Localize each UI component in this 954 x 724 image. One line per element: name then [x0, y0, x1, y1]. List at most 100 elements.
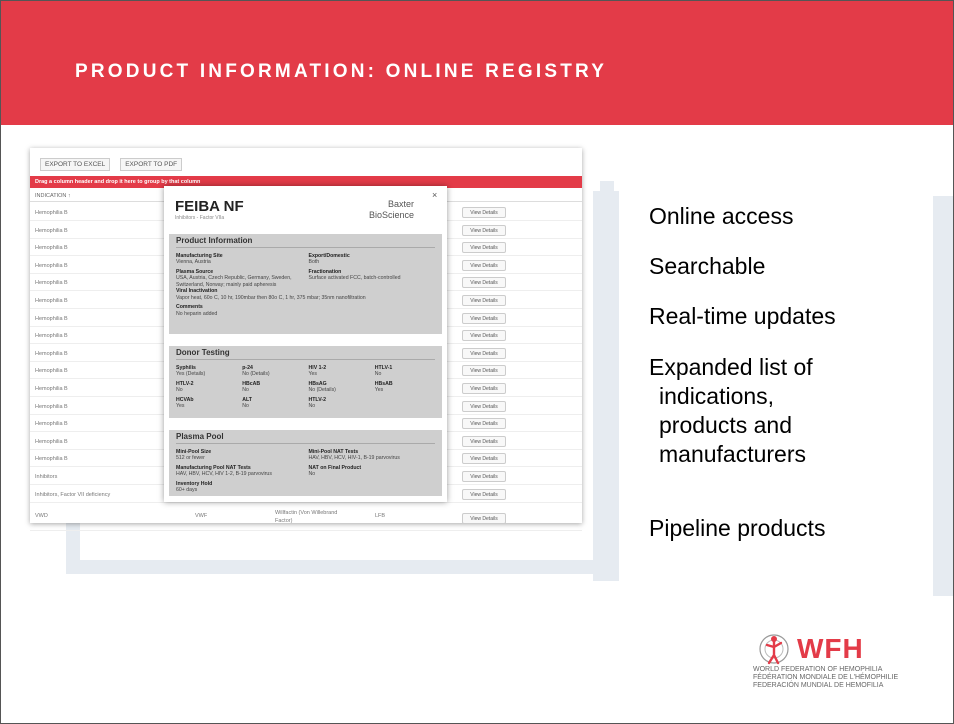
site-value: Vienna, Austria: [176, 259, 211, 265]
bullet-searchable: Searchable: [649, 253, 766, 279]
bullet-expanded-line2: indications,: [659, 383, 775, 409]
donor-test-label: HIV 1-2: [308, 364, 327, 371]
view-details-button[interactable]: View Details: [462, 347, 506, 359]
donor-test-value: No: [176, 387, 183, 393]
slide-title: PRODUCT INFORMATION: ONLINE REGISTRY: [75, 61, 608, 82]
indication-cell: Hemophilia B: [35, 403, 68, 410]
source-label: Plasma Source: [176, 268, 214, 275]
product-title: FEIBA NF: [175, 198, 244, 215]
view-details-button[interactable]: View Details: [462, 242, 506, 254]
donor-test-value: No (Details): [242, 371, 270, 377]
donor-test-item: HTLV-2 No: [176, 381, 236, 394]
company-line1: Baxter: [388, 199, 415, 209]
donor-test-label: Syphilis: [176, 364, 196, 371]
view-details-button[interactable]: View Details: [462, 471, 506, 482]
donor-test-value: No: [242, 403, 249, 409]
export-excel-button[interactable]: EXPORT TO EXCEL: [40, 158, 111, 171]
view-details-button[interactable]: View Details: [462, 224, 506, 236]
view-details-button[interactable]: View Details: [462, 488, 506, 500]
bullet-expanded-line1: Expanded list of: [649, 354, 813, 380]
bullet-pipeline-products: Pipeline products: [649, 515, 826, 541]
donor-test-value: No: [374, 371, 382, 377]
product-cell: Willfactin (Von Willebrand Factor): [275, 510, 338, 525]
final-nat-value: No: [308, 471, 316, 477]
bullet-expanded-line3: products and: [659, 412, 792, 438]
wfh-line2: FÉDÉRATION MONDIALE DE L'HÉMOPHILIE: [753, 674, 899, 681]
product-information-section: Product Information Manufacturing Site Vi…: [169, 234, 442, 334]
view-details-button[interactable]: View Details: [462, 312, 506, 324]
donor-test-label: HBsAG: [308, 380, 327, 387]
company-line2: BioScience: [369, 210, 415, 220]
indication-cell: Hemophilia B: [35, 280, 68, 287]
wfh-wordmark: WFH: [797, 633, 864, 664]
hold-value: 60+ days: [176, 487, 198, 493]
indication-cell: Hemophilia B: [35, 456, 68, 463]
donor-test-item: HBcAB No: [242, 381, 302, 394]
donor-test-value: Yes: [308, 371, 317, 377]
final-nat-label: NAT on Final Product: [308, 464, 362, 471]
indication-cell: Hemophilia B: [35, 438, 68, 445]
indication-cell: VWD: [35, 513, 48, 520]
view-details-button[interactable]: View Details: [462, 295, 506, 306]
registry-toolbar: EXPORT TO EXCEL EXPORT TO PDF: [40, 158, 183, 171]
plasma-pool-heading: Plasma Pool: [176, 433, 435, 444]
donor-test-item: [375, 397, 435, 410]
view-details-button[interactable]: View Details: [462, 418, 506, 430]
indication-cell: Inhibitors: [35, 474, 58, 480]
view-details-button[interactable]: View Details: [462, 259, 506, 271]
indication-cell: Hemophilia B: [35, 386, 68, 392]
donor-test-value: Yes: [374, 387, 384, 393]
minipool-nat-label: Mini-Pool NAT Tests: [308, 448, 359, 455]
view-details-button[interactable]: View Details: [462, 277, 506, 289]
donor-test-value: No: [308, 403, 316, 409]
product-information-heading: Product Information: [176, 237, 435, 248]
donor-test-item: HTLV-2 No: [309, 397, 369, 410]
wfh-line1: WORLD FEDERATION OF HEMOPHILIA: [753, 666, 883, 673]
donor-testing-section: Donor Testing Syphilis Yes (Details) p-24 N…: [169, 346, 442, 418]
view-details-button[interactable]: View Details: [462, 207, 506, 218]
bullet-online-access: Online access: [649, 203, 794, 229]
slide: PRODUCT INFORMATION: ONLINE REGISTRY EXP…: [0, 0, 954, 724]
view-details-button[interactable]: View Details: [462, 513, 506, 525]
export-label: Export/Domestic: [308, 252, 350, 259]
comments-label: Comments: [176, 304, 203, 310]
close-icon[interactable]: ×: [432, 190, 437, 200]
plasma-pool-section: Plasma Pool Mini-Pool Size 512 or fewer M…: [169, 430, 442, 496]
source-value: USA, Austria, Czech Republic, Germany, S…: [176, 275, 292, 288]
donor-test-label: ALT: [242, 396, 252, 403]
indication-cell: Hemophilia B: [35, 368, 68, 375]
export-pdf-button[interactable]: EXPORT TO PDF: [120, 158, 183, 171]
product-subtitle: Inhibitors - Factor VIIa: [175, 215, 225, 221]
company-logo: Baxter BioScience: [369, 199, 414, 221]
donor-test-label: p-24: [242, 364, 253, 371]
wfh-logo: WFH WORLD FEDERATION OF HEMOPHILIA FÉDÉR…: [753, 626, 943, 696]
minipool-value: 512 or fewer: [176, 455, 205, 461]
decorative-bar: [933, 196, 953, 596]
viral-label: Viral Inactivation: [176, 288, 218, 294]
view-details-button[interactable]: View Details: [462, 383, 506, 394]
donor-test-label: HBcAB: [242, 380, 261, 387]
view-details-button[interactable]: View Details: [462, 400, 506, 412]
view-details-button[interactable]: View Details: [462, 365, 506, 377]
indication-cell: Hemophilia B: [35, 350, 68, 357]
donor-test-value: No: [242, 387, 249, 393]
export-value: Both: [308, 259, 320, 265]
view-details-button[interactable]: View Details: [462, 330, 506, 342]
view-details-button[interactable]: View Details: [462, 453, 506, 465]
table-row: VWD VWF Willfactin (Von Willebrand Factor)…: [30, 507, 582, 532]
donor-test-value: No (Details): [308, 387, 336, 393]
donor-test-item: p-24 No (Details): [242, 365, 302, 378]
wfh-tagline: WORLD FEDERATION OF HEMOPHILIA FÉDÉRATIO…: [753, 666, 898, 690]
view-details-button[interactable]: View Details: [462, 435, 506, 447]
donor-test-label: HTLV-1: [374, 364, 393, 371]
fraction-label: Fractionation: [308, 268, 342, 275]
mfg-nat-value: HAV, HBV, HCV, HIV 1-2, B-19 parvovirus: [176, 471, 272, 477]
comments-value: No heparin added: [176, 310, 218, 317]
indication-cell: Hemophilia B: [35, 298, 68, 304]
indication-cell: Hemophilia B: [35, 227, 68, 234]
bullet-expanded-list: Expanded list of indications, products a…: [649, 353, 899, 469]
product-modal: × FEIBA NF Inhibitors - Factor VIIa Baxt…: [164, 186, 447, 502]
site-label: Manufacturing Site: [176, 252, 223, 259]
donor-test-item: HTLV-1 No: [375, 365, 435, 378]
donor-test-label: HCVAb: [176, 396, 194, 403]
